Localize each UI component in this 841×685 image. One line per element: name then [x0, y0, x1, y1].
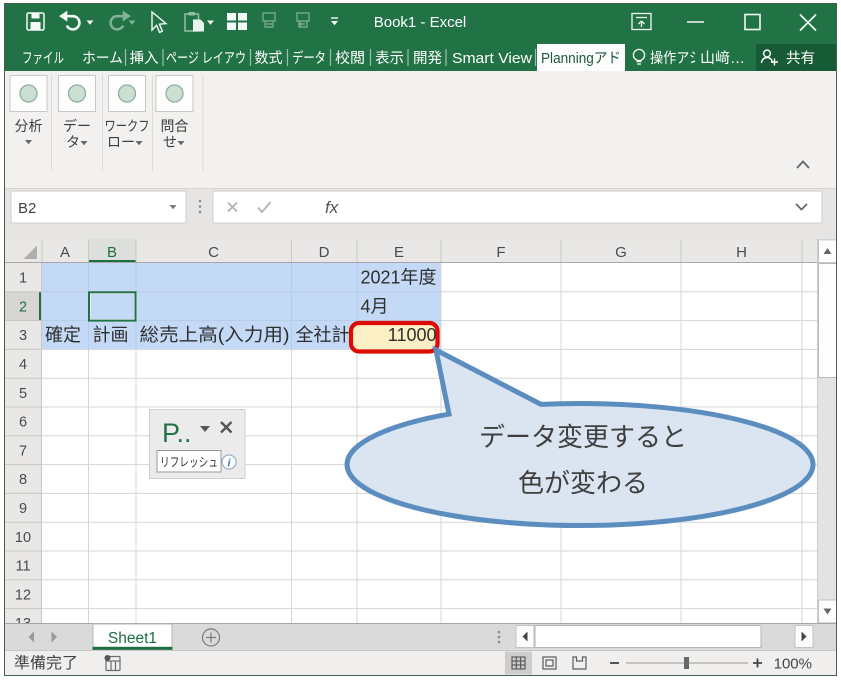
svg-text:開発: 開発: [413, 50, 442, 67]
svg-text:6: 6: [19, 415, 27, 431]
svg-text:9: 9: [19, 501, 27, 517]
svg-text:7: 7: [19, 443, 27, 459]
svg-text:操作アシ: 操作アシ: [650, 50, 702, 67]
svg-text:共有: 共有: [786, 50, 815, 67]
svg-text:11: 11: [15, 559, 30, 575]
svg-text:100%: 100%: [774, 656, 812, 673]
svg-text:B: B: [107, 244, 117, 261]
svg-text:4月: 4月: [361, 296, 389, 316]
svg-text:P..: P..: [162, 418, 192, 448]
svg-text:挿入: 挿入: [130, 50, 159, 67]
svg-text:ホーム: ホーム: [82, 51, 123, 67]
svg-text:Smart View: Smart View: [452, 51, 533, 67]
svg-text:3: 3: [19, 328, 27, 344]
svg-text:計画: 計画: [93, 325, 129, 345]
svg-text:11000: 11000: [388, 325, 437, 345]
svg-text:D: D: [319, 244, 330, 261]
svg-text:H: H: [736, 244, 747, 261]
svg-text:5: 5: [19, 386, 27, 402]
svg-text:問合: 問合: [161, 118, 189, 134]
svg-text:色が変わる: 色が変わる: [518, 468, 648, 498]
svg-text:4: 4: [19, 357, 27, 373]
svg-text:ロー: ロー: [107, 134, 135, 150]
svg-text:データ変更すると: データ変更すると: [479, 422, 687, 452]
svg-text:ファイル: ファイル: [22, 51, 64, 67]
svg-text:2: 2: [19, 299, 27, 315]
svg-text:F: F: [496, 244, 505, 261]
svg-text:E: E: [394, 244, 404, 261]
svg-text:A: A: [60, 244, 70, 261]
svg-text:デー: デー: [63, 118, 91, 134]
svg-text:fx: fx: [325, 198, 339, 217]
svg-text:データ: データ: [292, 49, 326, 67]
svg-text:G: G: [615, 244, 627, 261]
svg-text:数式: 数式: [255, 50, 283, 67]
svg-text:Planningアド: Planningアド: [541, 51, 621, 67]
svg-text:C: C: [208, 244, 219, 261]
svg-text:ワークフ: ワークフ: [105, 118, 150, 134]
svg-text:ページ レイアウト: ページ レイアウト: [166, 50, 257, 67]
svg-text:校閲: 校閲: [335, 50, 365, 67]
svg-text:Book1 - Excel: Book1 - Excel: [374, 14, 467, 31]
svg-text:8: 8: [19, 472, 27, 488]
svg-text:総売上高(入力用): 総売上高(入力用): [140, 325, 290, 345]
svg-text:B2: B2: [18, 200, 36, 217]
svg-text:1: 1: [19, 271, 27, 287]
svg-text:準備完了: 準備完了: [14, 654, 78, 672]
svg-text:全社計: 全社計: [296, 325, 350, 345]
svg-text:表示: 表示: [375, 50, 404, 67]
svg-text:10: 10: [15, 530, 31, 546]
svg-text:Sheet1: Sheet1: [108, 630, 157, 647]
svg-text:タ: タ: [66, 134, 80, 150]
svg-text:リフレッシュ: リフレッシュ: [160, 456, 218, 470]
svg-text:せ: せ: [163, 134, 177, 150]
svg-text:12: 12: [15, 587, 31, 603]
svg-text:2021年度: 2021年度: [361, 268, 437, 288]
svg-text:分析: 分析: [15, 118, 43, 134]
svg-text:山﨑…: 山﨑…: [700, 50, 745, 67]
svg-text:確定: 確定: [45, 325, 81, 345]
